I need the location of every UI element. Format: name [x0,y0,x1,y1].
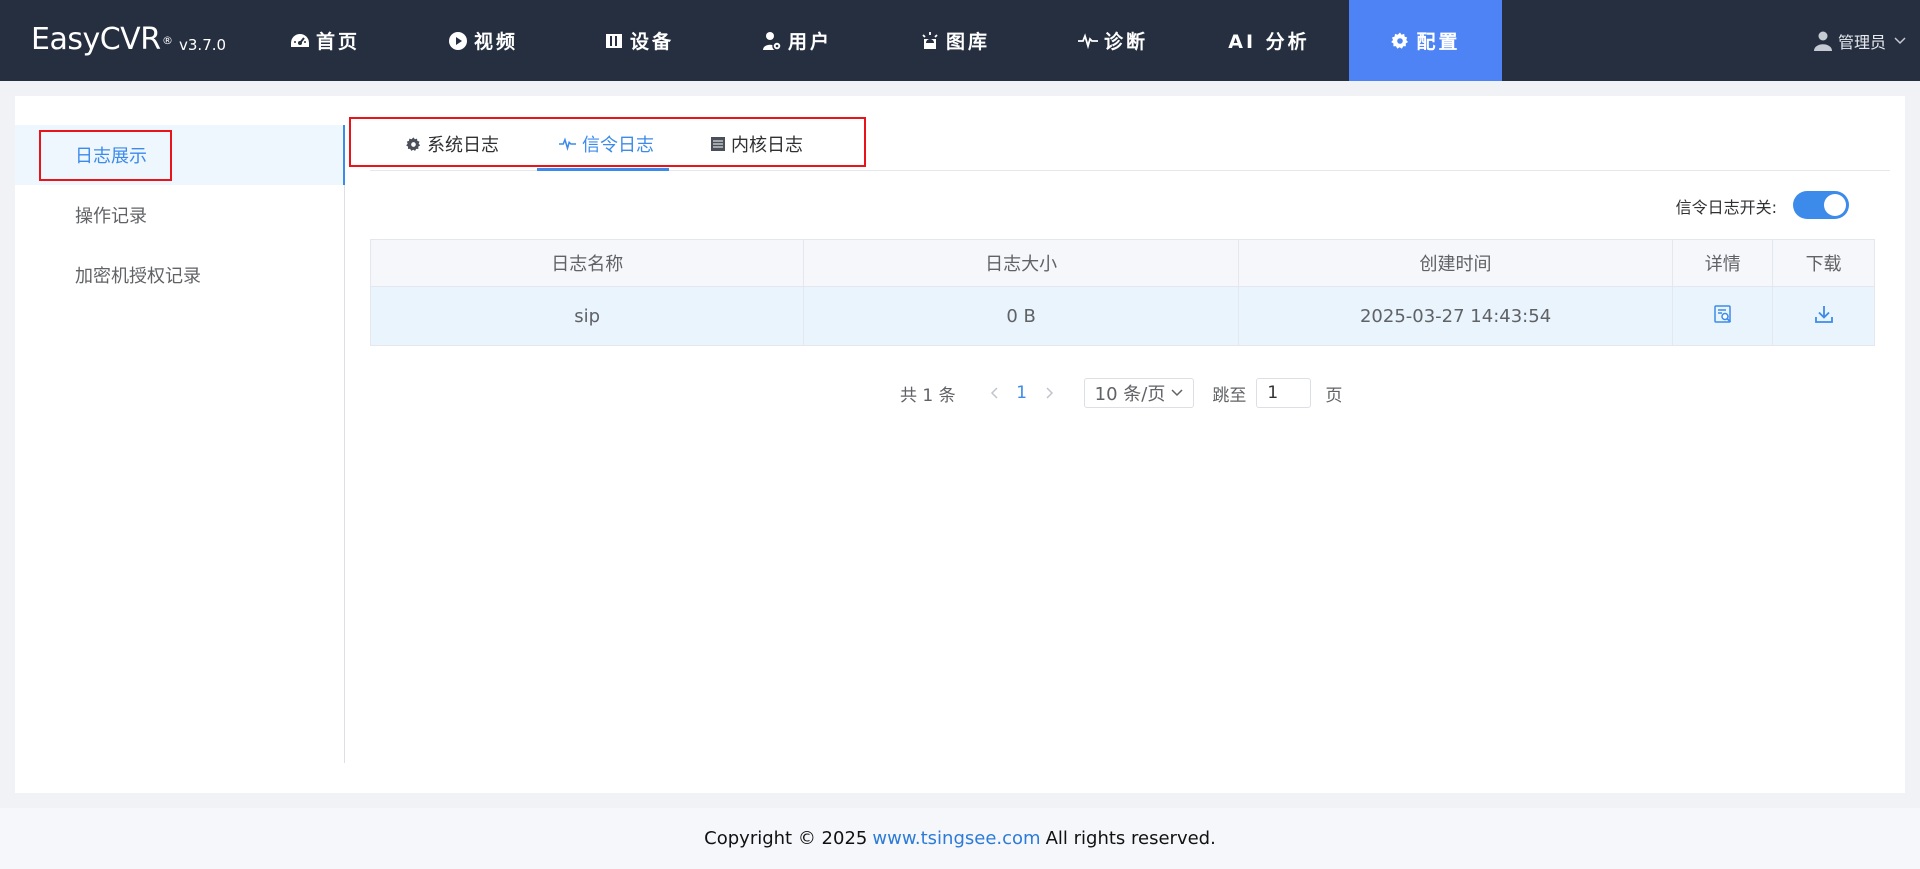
footer: Copyright © 2025 www.tsingsee.com All ri… [0,808,1920,869]
sidebar-item-encryptor-auth-records[interactable]: 加密机授权记录 [15,245,345,305]
goto-label: 跳至 [1212,385,1247,406]
nav-item-home[interactable]: 首页 [270,0,380,81]
user-name: 管理员 [1837,32,1886,52]
cell-log-size: 0 B [804,287,1239,345]
switch-knob [1824,194,1846,216]
column-header-download: 下载 [1805,254,1842,275]
signaling-log-switch-label: 信令日志开关: [1675,198,1777,217]
table-row: sip 0 B 2025-03-27 14:43:54 [371,287,1874,346]
pagination: 共 1 条 1 10 条/页 跳至 1 页 [900,378,1342,408]
user-menu[interactable]: 管理员 [1813,0,1906,81]
column-header-log-name: 日志名称 [371,240,805,286]
rights-text: All rights reserved. [1045,828,1216,849]
cell-download [1773,287,1874,345]
chevron-down-icon [1894,36,1906,45]
play-circle-icon [448,31,468,51]
highlight-box-tabs [349,117,866,167]
device-icon [604,31,624,51]
nav-label: 配置 [1416,31,1461,53]
version-text: v3.7.0 [179,36,227,54]
table-header-row: 日志名称 日志大小 创建时间 详情 下载 [371,240,1874,287]
prev-page-icon[interactable] [984,387,1004,399]
sidebar-item-label: 加密机授权记录 [75,266,201,287]
active-tab-indicator [537,168,669,171]
gallery-alarm-icon [920,31,940,51]
cell-created-time: 2025-03-27 14:43:54 [1239,287,1674,345]
nav-item-gallery[interactable]: 图库 [900,0,1010,81]
dashboard-icon [290,31,310,51]
nav-item-config[interactable]: 配置 [1349,0,1502,81]
gear-icon [1390,31,1410,51]
pulse-icon [1077,31,1098,51]
sidebar: 日志展示 操作记录 加密机授权记录 [15,125,345,763]
next-page-icon[interactable] [1040,387,1060,399]
top-navbar: EasyCVR ® v3.7.0 首页 视频 设备 用户 图库 诊断 AI 分析… [0,0,1920,81]
download-icon[interactable] [1814,304,1834,329]
nav-label: 设备 [629,31,674,53]
sidebar-item-operation-records[interactable]: 操作记录 [15,185,345,245]
app-version: ® v3.7.0 [162,34,226,54]
nav-item-video[interactable]: 视频 [428,0,538,81]
user-icon [1813,31,1832,51]
nav-label: 图库 [945,31,990,53]
page-size-value: 10 条/页 [1094,384,1166,405]
column-header-created-time: 创建时间 [1239,240,1674,286]
copyright-text: Copyright © 2025 [704,828,868,849]
user-settings-icon [762,31,782,51]
page-number[interactable]: 1 [1004,383,1040,403]
main-card: 日志展示 操作记录 加密机授权记录 系统日志 信令日志 内核日志 信令日志开关:… [15,96,1905,793]
nav-item-users[interactable]: 用户 [742,0,852,81]
view-details-icon[interactable] [1713,304,1733,329]
goto-suffix: 页 [1325,385,1343,406]
nav-item-diagnosis[interactable]: 诊断 [1058,0,1168,81]
nav-item-ai-analysis[interactable]: AI 分析 [1214,0,1324,81]
nav-item-devices[interactable]: 设备 [584,0,694,81]
column-header-log-size: 日志大小 [804,240,1239,286]
page-size-select[interactable]: 10 条/页 [1083,378,1195,408]
signaling-log-switch[interactable] [1793,191,1849,219]
nav-label: AI 分析 [1228,31,1310,53]
cell-details [1673,287,1774,345]
pagination-total: 共 1 条 [900,385,956,406]
highlight-box-sidebar [39,130,172,181]
nav-label: 用户 [787,31,832,53]
log-table: 日志名称 日志大小 创建时间 详情 下载 sip 0 B 2025-03-27 … [370,239,1875,346]
goto-page-input[interactable]: 1 [1256,378,1312,408]
sidebar-item-label: 操作记录 [75,206,147,227]
column-header-details: 详情 [1673,240,1774,286]
cell-log-name: sip [371,287,805,345]
nav-label: 诊断 [1103,31,1148,53]
chevron-down-icon [1171,389,1183,397]
nav-label: 视频 [473,31,518,53]
website-link[interactable]: www.tsingsee.com [872,828,1040,849]
app-logo[interactable]: EasyCVR [31,22,161,57]
registered-mark: ® [162,34,173,47]
nav-label: 首页 [315,31,360,53]
